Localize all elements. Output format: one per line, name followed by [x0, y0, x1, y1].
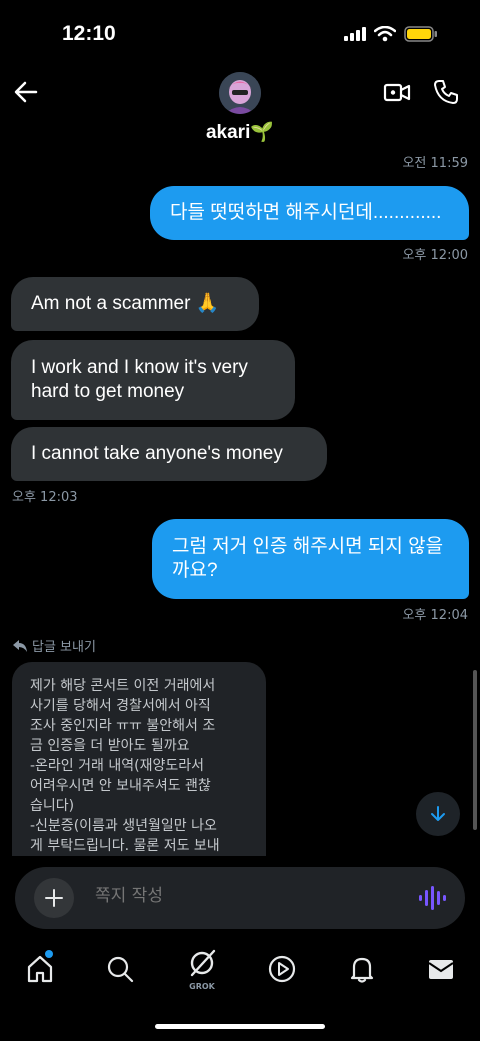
message-timestamp: 오전 11:59: [402, 156, 468, 171]
wifi-icon: [374, 26, 396, 42]
add-media-button[interactable]: [34, 878, 74, 918]
video-play-icon[interactable]: [267, 954, 297, 984]
message-timestamp: 오후 12:00: [402, 248, 468, 263]
scroll-to-bottom-button[interactable]: [416, 792, 460, 836]
home-indicator: [155, 1024, 325, 1029]
arrow-down-icon: [431, 806, 445, 821]
reply-label: 답글 보내기: [32, 640, 96, 655]
status-time: 12:10: [62, 22, 116, 45]
phone-icon[interactable]: [432, 78, 460, 106]
voice-message-icon[interactable]: [418, 885, 446, 911]
video-call-icon[interactable]: [383, 78, 411, 106]
message-timestamp: 오후 12:03: [12, 490, 78, 505]
message-input[interactable]: [95, 886, 395, 906]
status-icons: [344, 26, 438, 42]
plus-icon: [45, 889, 63, 907]
notification-dot: [45, 950, 53, 958]
home-icon[interactable]: [25, 954, 55, 984]
message-composer: [15, 867, 465, 929]
search-icon[interactable]: [105, 954, 135, 984]
quoted-message[interactable]: 제가 해당 콘서트 이전 거래에서 사기를 당해서 경찰서에서 아직 조사 중인…: [12, 662, 266, 856]
reply-indicator: 답글 보내기: [12, 636, 96, 655]
message-list[interactable]: 오전 11:59 다들 떳떳하면 해주시던데............. 오후 1…: [0, 150, 480, 856]
cellular-signal-icon: [344, 27, 366, 41]
bell-icon[interactable]: [347, 954, 377, 984]
avatar[interactable]: [219, 72, 261, 114]
grok-label: GROK: [189, 982, 215, 991]
incoming-message[interactable]: I cannot take anyone's money: [11, 427, 327, 481]
battery-icon: [404, 26, 437, 42]
message-timestamp: 오후 12:04: [402, 608, 468, 623]
incoming-message[interactable]: I work and I know it's very hard to get …: [11, 340, 295, 420]
back-arrow-icon[interactable]: [12, 78, 40, 106]
outgoing-message[interactable]: 그럼 저거 인증 해주시면 되지 않을까요?: [152, 519, 469, 599]
bottom-tab-bar: GROK: [0, 940, 480, 1010]
reply-arrow-icon: [13, 639, 27, 652]
conversation-header: akari🌱: [0, 60, 480, 156]
scrollbar[interactable]: [473, 670, 477, 830]
outgoing-message[interactable]: 다들 떳떳하면 해주시던데.............: [150, 186, 469, 240]
incoming-message[interactable]: Am not a scammer 🙏: [11, 277, 259, 331]
messages-icon[interactable]: [426, 954, 456, 984]
contact-name[interactable]: akari🌱: [0, 120, 480, 144]
avatar-image: [219, 72, 261, 114]
grok-icon[interactable]: [187, 948, 217, 978]
